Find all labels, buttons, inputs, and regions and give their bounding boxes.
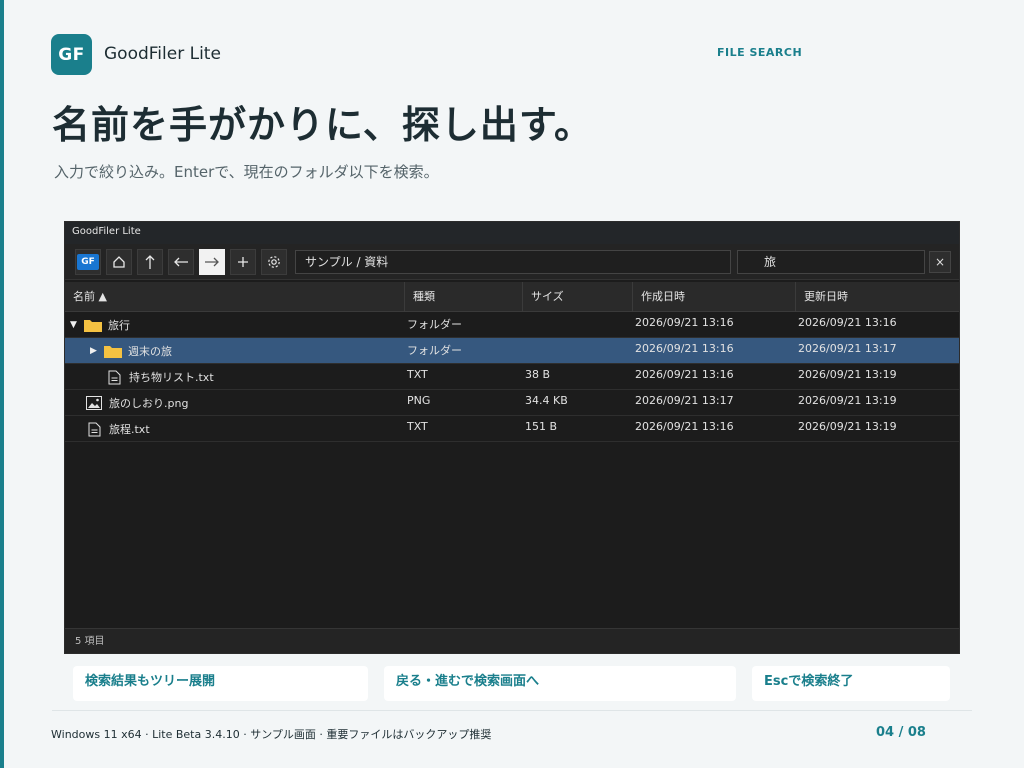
section-label: FILE SEARCH xyxy=(717,46,803,59)
file-name: 旅程.txt xyxy=(109,423,150,436)
new-button[interactable] xyxy=(230,249,256,275)
size-cell: 34.4 KB xyxy=(525,394,568,407)
size-cell: 38 B xyxy=(525,368,551,381)
table-row[interactable]: 旅程.txt TXT 151 B 2026/09/21 13:16 2026/0… xyxy=(65,416,959,442)
toolbar: GF サンプル / 資料 旅 × xyxy=(65,244,959,280)
created-cell: 2026/09/21 13:16 xyxy=(635,368,734,381)
table-row[interactable]: ▼ 旅行 フォルダー 2026/09/21 13:16 2026/09/21 1… xyxy=(65,312,959,338)
file-name: 週末の旅 xyxy=(128,345,172,358)
text-file-icon xyxy=(88,422,101,436)
feature-card-tree: 検索結果もツリー展開 xyxy=(73,666,368,701)
table-row-selected[interactable]: ▶ 週末の旅 フォルダー 2026/09/21 13:16 2026/09/21… xyxy=(65,338,959,364)
folder-icon xyxy=(84,319,102,332)
name-cell: ▼ 旅行 xyxy=(70,316,130,334)
name-cell: 旅のしおり.png xyxy=(86,394,188,412)
home-icon xyxy=(113,256,125,268)
created-cell: 2026/09/21 13:17 xyxy=(635,394,734,407)
footer-text: Windows 11 x64 · Lite Beta 3.4.10 · サンプル… xyxy=(51,728,492,741)
table-header: 名前 ▲ 種類 サイズ 作成日時 更新日時 xyxy=(65,282,959,312)
app-menu-button[interactable]: GF xyxy=(75,249,101,275)
back-arrow-icon xyxy=(174,257,188,267)
type-cell: TXT xyxy=(407,420,428,433)
folder-icon xyxy=(104,345,122,358)
app-logo-icon: GF xyxy=(77,254,99,270)
home-button[interactable] xyxy=(106,249,132,275)
created-cell: 2026/09/21 13:16 xyxy=(635,316,734,329)
footer-divider xyxy=(52,710,972,711)
modified-cell: 2026/09/21 13:16 xyxy=(798,316,897,329)
modified-cell: 2026/09/21 13:19 xyxy=(798,368,897,381)
forward-arrow-icon xyxy=(205,257,219,267)
size-cell: 151 B xyxy=(525,420,558,433)
page-title: 名前を手がかりに、探し出す。 xyxy=(52,103,594,147)
page-indicator: 04 / 08 xyxy=(876,725,926,740)
column-header-modified[interactable]: 更新日時 xyxy=(795,282,959,312)
file-name: 旅行 xyxy=(108,319,130,332)
type-cell: PNG xyxy=(407,394,431,407)
type-cell: フォルダー xyxy=(407,344,462,357)
column-header-size[interactable]: サイズ xyxy=(522,282,632,312)
up-arrow-icon xyxy=(145,255,155,269)
table-row[interactable]: 旅のしおり.png PNG 34.4 KB 2026/09/21 13:17 2… xyxy=(65,390,959,416)
image-file-icon xyxy=(86,396,102,410)
collapse-toggle[interactable]: ▼ xyxy=(70,320,84,330)
expand-toggle[interactable]: ▶ xyxy=(90,346,104,356)
back-button[interactable] xyxy=(168,249,194,275)
created-cell: 2026/09/21 13:16 xyxy=(635,420,734,433)
feature-card-navigation: 戻る・進むで検索画面へ xyxy=(384,666,736,701)
text-file-icon xyxy=(108,370,121,384)
settings-button[interactable] xyxy=(261,249,287,275)
table-row[interactable]: 持ち物リスト.txt TXT 38 B 2026/09/21 13:16 202… xyxy=(65,364,959,390)
file-name: 持ち物リスト.txt xyxy=(129,371,214,384)
app-window: GoodFiler Lite GF サンプル / 資料 旅 × 名前 ▲ 種類 … xyxy=(64,221,960,654)
modified-cell: 2026/09/21 13:19 xyxy=(798,394,897,407)
name-cell: 旅程.txt xyxy=(85,420,150,438)
name-cell: ▶ 週末の旅 xyxy=(90,342,172,360)
type-cell: TXT xyxy=(407,368,428,381)
column-header-created[interactable]: 作成日時 xyxy=(632,282,795,312)
file-name: 旅のしおり.png xyxy=(109,397,189,410)
status-bar: 5 項目 xyxy=(65,628,959,653)
created-cell: 2026/09/21 13:16 xyxy=(635,342,734,355)
column-header-name[interactable]: 名前 ▲ xyxy=(65,282,404,312)
gear-icon xyxy=(268,256,280,268)
window-titlebar: GoodFiler Lite xyxy=(65,222,959,244)
feature-card-escape: Escで検索終了 xyxy=(752,666,950,701)
page-subtitle: 入力で絞り込み。Enterで、現在のフォルダ以下を検索。 xyxy=(54,163,439,181)
type-cell: フォルダー xyxy=(407,318,462,331)
app-logo: GF xyxy=(51,34,92,75)
forward-button[interactable] xyxy=(199,249,225,275)
column-header-type[interactable]: 種類 xyxy=(404,282,522,312)
clear-search-button[interactable]: × xyxy=(929,251,951,273)
plus-icon xyxy=(238,257,248,267)
modified-cell: 2026/09/21 13:17 xyxy=(798,342,897,355)
brand-name: GoodFiler Lite xyxy=(104,44,221,64)
accent-bar xyxy=(0,0,4,768)
modified-cell: 2026/09/21 13:19 xyxy=(798,420,897,433)
path-input[interactable]: サンプル / 資料 xyxy=(295,250,731,274)
search-input[interactable]: 旅 xyxy=(737,250,925,274)
name-cell: 持ち物リスト.txt xyxy=(105,368,214,386)
up-button[interactable] xyxy=(137,249,163,275)
